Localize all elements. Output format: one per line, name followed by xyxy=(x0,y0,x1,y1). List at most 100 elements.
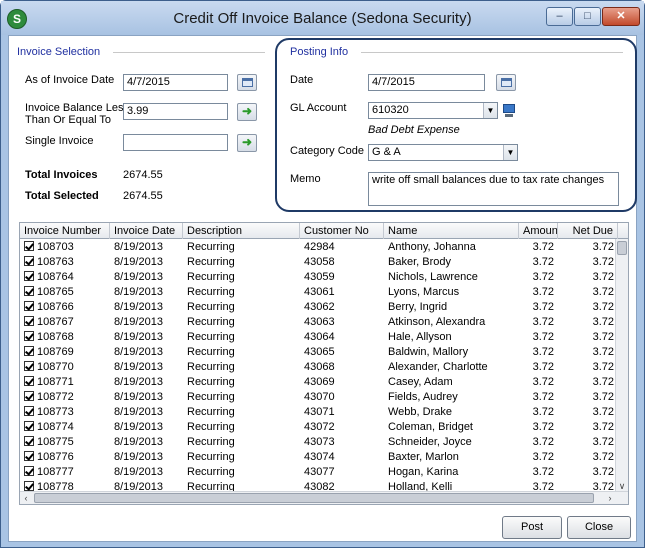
row-select-checkbox[interactable] xyxy=(24,361,34,371)
row-select-checkbox[interactable] xyxy=(24,436,34,446)
cell-description: Recurring xyxy=(187,406,235,418)
cell-description: Recurring xyxy=(187,256,235,268)
cell-name: Fields, Audrey xyxy=(388,391,458,403)
cell-customer-no: 43062 xyxy=(304,301,335,313)
col-customer-no[interactable]: Customer No xyxy=(300,223,384,239)
single-invoice-label: Single Invoice xyxy=(25,135,94,147)
table-row[interactable]: 108771 8/19/2013 Recurring 43069 Casey, Adam… xyxy=(20,375,616,390)
cell-description: Recurring xyxy=(187,271,235,283)
cell-name: Coleman, Bridget xyxy=(388,421,473,433)
row-select-checkbox[interactable] xyxy=(24,346,34,356)
cell-description: Recurring xyxy=(187,466,235,478)
row-select-checkbox[interactable] xyxy=(24,391,34,401)
cell-amount: 3.72 xyxy=(532,376,554,388)
scroll-left-chevron-icon[interactable]: ‹ xyxy=(20,492,32,504)
cell-customer-no: 43061 xyxy=(304,286,335,298)
cell-net-due: 3.72 xyxy=(592,391,614,403)
col-amount[interactable]: Amount xyxy=(519,223,558,239)
row-select-checkbox[interactable] xyxy=(24,301,34,311)
minimize-button[interactable]: – xyxy=(546,7,573,26)
cell-customer-no: 43065 xyxy=(304,346,335,358)
row-select-checkbox[interactable] xyxy=(24,256,34,266)
row-select-checkbox[interactable] xyxy=(24,481,34,491)
cell-customer-no: 43071 xyxy=(304,406,335,418)
close-button[interactable]: Close xyxy=(567,516,631,539)
col-name[interactable]: Name xyxy=(384,223,519,239)
single-invoice-field[interactable] xyxy=(123,134,228,151)
table-row[interactable]: 108773 8/19/2013 Recurring 43071 Webb, Drake… xyxy=(20,405,616,420)
cell-customer-no: 43069 xyxy=(304,376,335,388)
col-invoice-date[interactable]: Invoice Date xyxy=(110,223,183,239)
cell-net-due: 3.72 xyxy=(592,346,614,358)
invoice-number-text: 108703 xyxy=(37,241,74,253)
close-window-button[interactable]: ✕ xyxy=(602,7,640,26)
cell-invoice-number: 108774 xyxy=(20,420,110,435)
horizontal-scrollbar[interactable]: ‹ › xyxy=(20,491,628,504)
cell-name: Schneider, Joyce xyxy=(388,436,472,448)
balance-threshold-field[interactable]: 3.99 xyxy=(123,103,228,120)
total-selected-value: 2674.55 xyxy=(123,190,163,202)
cell-customer-no: 43077 xyxy=(304,466,335,478)
cell-name: Hale, Allyson xyxy=(388,331,452,343)
cell-customer-no: 43059 xyxy=(304,271,335,283)
cell-amount: 3.72 xyxy=(532,256,554,268)
app-window: S Credit Off Invoice Balance (Sedona Sec… xyxy=(0,0,645,548)
scroll-right-chevron-icon[interactable]: › xyxy=(604,492,616,504)
cell-net-due: 3.72 xyxy=(592,466,614,478)
apply-balance-arrow-icon[interactable]: ➜ xyxy=(237,103,257,121)
row-select-checkbox[interactable] xyxy=(24,466,34,476)
table-row[interactable]: 108776 8/19/2013 Recurring 43074 Baxter, Mar… xyxy=(20,450,616,465)
cell-amount: 3.72 xyxy=(532,436,554,448)
horizontal-scroll-thumb[interactable] xyxy=(34,493,594,503)
table-row[interactable]: 108774 8/19/2013 Recurring 43072 Coleman, Br… xyxy=(20,420,616,435)
row-select-checkbox[interactable] xyxy=(24,406,34,416)
invoice-number-text: 108769 xyxy=(37,346,74,358)
table-row[interactable]: 108764 8/19/2013 Recurring 43059 Nichols, La… xyxy=(20,270,616,285)
cell-invoice-number: 108773 xyxy=(20,405,110,420)
post-button[interactable]: Post xyxy=(502,516,562,539)
table-row[interactable]: 108769 8/19/2013 Recurring 43065 Baldwin, Ma… xyxy=(20,345,616,360)
cell-customer-no: 43072 xyxy=(304,421,335,433)
table-row[interactable]: 108775 8/19/2013 Recurring 43073 Schneider, … xyxy=(20,435,616,450)
col-net-due[interactable]: Net Due xyxy=(558,223,618,239)
table-row[interactable]: 108766 8/19/2013 Recurring 43062 Berry, Ingr… xyxy=(20,300,616,315)
maximize-button[interactable]: □ xyxy=(574,7,601,26)
vertical-scroll-thumb[interactable] xyxy=(617,241,627,255)
cell-amount: 3.72 xyxy=(532,406,554,418)
vertical-scrollbar[interactable]: ∨ xyxy=(615,239,628,492)
grid-header: Invoice Number Invoice Date Description … xyxy=(20,223,628,239)
table-row[interactable]: 108770 8/19/2013 Recurring 43068 Alexander, … xyxy=(20,360,616,375)
row-select-checkbox[interactable] xyxy=(24,331,34,341)
cell-invoice-number: 108767 xyxy=(20,315,110,330)
row-select-checkbox[interactable] xyxy=(24,316,34,326)
cell-invoice-number: 108703 xyxy=(20,240,110,255)
table-row[interactable]: 108765 8/19/2013 Recurring 43061 Lyons, Marc… xyxy=(20,285,616,300)
col-invoice-number[interactable]: Invoice Number xyxy=(20,223,110,239)
row-select-checkbox[interactable] xyxy=(24,241,34,251)
as-of-date-field[interactable]: 4/7/2015 xyxy=(123,74,228,91)
row-select-checkbox[interactable] xyxy=(24,376,34,386)
table-row[interactable]: 108763 8/19/2013 Recurring 43058 Baker, Brod… xyxy=(20,255,616,270)
cell-customer-no: 43058 xyxy=(304,256,335,268)
invoice-number-text: 108776 xyxy=(37,451,74,463)
cell-invoice-date: 8/19/2013 xyxy=(114,361,163,373)
cell-name: Berry, Ingrid xyxy=(388,301,448,313)
cell-description: Recurring xyxy=(187,241,235,253)
as-of-date-calendar-icon[interactable] xyxy=(237,74,257,91)
row-select-checkbox[interactable] xyxy=(24,421,34,431)
row-select-checkbox[interactable] xyxy=(24,451,34,461)
table-row[interactable]: 108767 8/19/2013 Recurring 43063 Atkinson, A… xyxy=(20,315,616,330)
row-select-checkbox[interactable] xyxy=(24,286,34,296)
table-row[interactable]: 108772 8/19/2013 Recurring 43070 Fields, Aud… xyxy=(20,390,616,405)
cell-name: Alexander, Charlotte xyxy=(388,361,488,373)
cell-description: Recurring xyxy=(187,451,235,463)
col-description[interactable]: Description xyxy=(183,223,300,239)
row-select-checkbox[interactable] xyxy=(24,271,34,281)
table-row[interactable]: 108768 8/19/2013 Recurring 43064 Hale, Allys… xyxy=(20,330,616,345)
cell-invoice-date: 8/19/2013 xyxy=(114,331,163,343)
cell-net-due: 3.72 xyxy=(592,286,614,298)
table-row[interactable]: 108777 8/19/2013 Recurring 43077 Hogan, Kari… xyxy=(20,465,616,480)
cell-name: Hogan, Karina xyxy=(388,466,459,478)
table-row[interactable]: 108703 8/19/2013 Recurring 42984 Anthony, Jo… xyxy=(20,240,616,255)
apply-single-invoice-arrow-icon[interactable]: ➜ xyxy=(237,134,257,152)
